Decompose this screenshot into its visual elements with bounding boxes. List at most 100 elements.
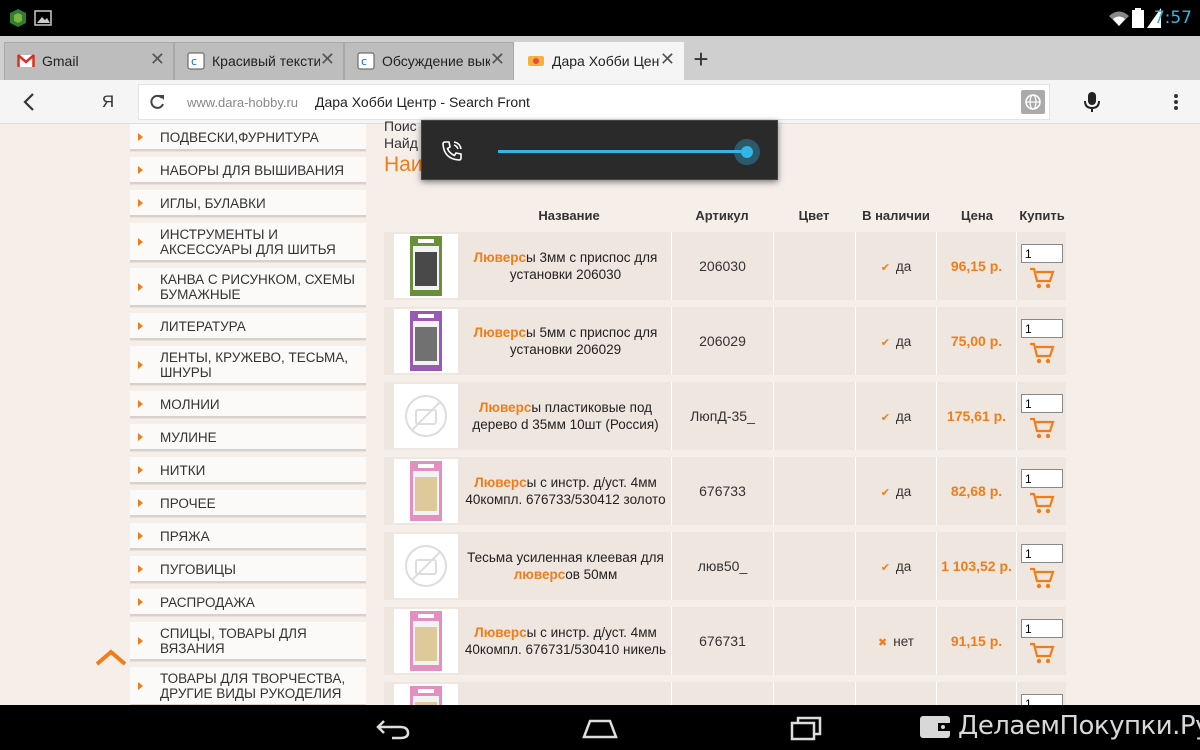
product-thumbnail[interactable]	[394, 459, 458, 523]
volume-slider-track[interactable]	[498, 150, 748, 153]
address-bar[interactable]: www.dara-hobby.ru Дара Хобби Центр - Sea…	[138, 84, 1050, 120]
tab-krasivy[interactable]: c Красивый тексти ✕	[174, 42, 344, 80]
product-sku: люв50_	[697, 558, 748, 574]
sidebar-category-item[interactable]: ПОДВЕСКИ,ФУРНИТУРА	[130, 124, 366, 151]
product-thumbnail[interactable]	[394, 234, 458, 298]
app-notification-icon[interactable]	[8, 8, 28, 28]
sidebar-category-item[interactable]: ЛИТЕРАТУРА	[130, 313, 366, 340]
tab-label: Gmail	[42, 53, 79, 69]
price-cell: 75,00 р.	[937, 307, 1017, 375]
product-name-link[interactable]: Люверсы пластиковые под дерево d 35мм 10…	[460, 399, 671, 433]
add-to-cart-icon[interactable]	[1029, 416, 1055, 440]
add-to-cart-icon[interactable]	[1029, 341, 1055, 365]
quantity-input[interactable]	[1021, 469, 1063, 488]
add-to-cart-icon[interactable]	[1029, 566, 1055, 590]
quantity-input[interactable]	[1021, 619, 1063, 638]
sidebar-category-item[interactable]: ПУГОВИЦЫ	[130, 556, 366, 583]
new-tab-button[interactable]: +	[686, 44, 716, 74]
yandex-button[interactable]: Я	[94, 88, 122, 116]
sidebar-category-item[interactable]: НИТКИ	[130, 457, 366, 484]
scroll-to-top-icon[interactable]	[94, 648, 128, 668]
sidebar-category-item[interactable]: ИНСТРУМЕНТЫ И АКСЕССУАРЫ ДЛЯ ШИТЬЯ	[130, 223, 366, 262]
name-part: ы 3мм с приспос для установки 206030	[509, 250, 658, 282]
product-thumbnail[interactable]	[394, 609, 458, 673]
quantity-input[interactable]	[1021, 544, 1063, 563]
product-sku: 676733	[699, 483, 746, 499]
color-cell	[774, 607, 856, 675]
found-count-line: Найд	[384, 135, 418, 151]
name-part: ы 5мм с приспос для установки 206029	[509, 325, 658, 357]
table-row: Тесьма усиленная клеевая для люверсов 50…	[384, 532, 1066, 600]
quantity-input[interactable]	[1021, 319, 1063, 338]
product-name-cell[interactable]: Люверсы 5мм с приспос для установки 2060…	[460, 307, 672, 375]
product-name-link[interactable]: Люверсы с инстр. д/уст. 4мм 40компл. 676…	[460, 624, 671, 658]
product-name-cell[interactable]: Люверсы с инстр. д/уст. 4мм 40компл. 676…	[460, 607, 672, 675]
tab-strip: Gmail ✕ c Красивый тексти ✕ c Обсуждение…	[0, 36, 1200, 80]
close-icon[interactable]: ✕	[660, 49, 675, 70]
menu-button[interactable]	[1162, 88, 1190, 116]
microphone-icon	[1084, 92, 1100, 112]
sidebar-category-item[interactable]: ПРОЧЕЕ	[130, 490, 366, 517]
chevron-right-icon	[138, 198, 143, 207]
product-thumbnail[interactable]	[394, 534, 458, 598]
sidebar-category-item[interactable]: СПИЦЫ, ТОВАРЫ ДЛЯ ВЯЗАНИЯ	[130, 622, 366, 661]
close-icon[interactable]: ✕	[150, 49, 165, 70]
back-button[interactable]	[16, 88, 44, 116]
tab-label: Красивый тексти	[212, 53, 320, 69]
reload-icon[interactable]	[147, 92, 167, 112]
product-thumbnail[interactable]	[394, 384, 458, 448]
globe-icon[interactable]	[1021, 90, 1045, 114]
product-name-cell[interactable]: Люверсы пластиковые под дерево d 35мм 10…	[460, 382, 672, 450]
product-name-cell[interactable]: Люверсы 3мм с приспос для установки 2060…	[460, 232, 672, 300]
price-cell: 82,68 р.	[937, 457, 1017, 525]
tab-gmail[interactable]: Gmail ✕	[4, 42, 174, 80]
sidebar-category-item[interactable]: ИГЛЫ, БУЛАВКИ	[130, 190, 366, 217]
product-sku: 206030	[699, 258, 746, 274]
sidebar-category-label: ЛИТЕРАТУРА	[160, 319, 246, 334]
sidebar-category-item[interactable]: МУЛИНЕ	[130, 424, 366, 451]
product-name-cell[interactable]: Люверсы с инстр. д/уст. 4мм 40компл. 676…	[460, 457, 672, 525]
add-to-cart-icon[interactable]	[1029, 266, 1055, 290]
price-cell: 1 103,52 р.	[937, 532, 1017, 600]
tab-obsuzhdenie[interactable]: c Обсуждение выку ✕	[344, 42, 514, 80]
product-image	[410, 311, 442, 371]
image-notification-icon[interactable]	[34, 9, 52, 27]
quantity-input[interactable]	[1021, 244, 1063, 263]
tab-dara-hobby[interactable]: Дара Хобби Цент ✕	[514, 42, 684, 80]
chevron-right-icon	[138, 360, 143, 369]
table-row: Люверсы пластиковые под дерево d 35мм 10…	[384, 382, 1066, 450]
product-price: 82,68 р.	[950, 483, 1003, 499]
product-name-cell[interactable]: Тесьма усиленная клеевая для люверсов 50…	[460, 532, 672, 600]
chevron-right-icon	[138, 636, 143, 645]
sidebar-category-item[interactable]: КАНВА С РИСУНКОМ, СХЕМЫ БУМАЖНЫЕ	[130, 268, 366, 307]
product-name-link[interactable]: Тесьма усиленная клеевая для люверсов 50…	[460, 549, 671, 583]
back-nav-icon[interactable]	[374, 715, 414, 741]
color-cell	[774, 307, 856, 375]
add-to-cart-icon[interactable]	[1029, 491, 1055, 515]
sidebar-category-label: МОЛНИИ	[160, 397, 220, 412]
sidebar-category-item[interactable]: НАБОРЫ ДЛЯ ВЫШИВАНИЯ	[130, 157, 366, 184]
sidebar-category-item[interactable]: РАСПРОДАЖА	[130, 589, 366, 616]
product-thumbnail[interactable]	[394, 309, 458, 373]
home-nav-icon[interactable]	[580, 717, 620, 739]
quantity-input[interactable]	[1021, 394, 1063, 413]
price-cell: 175,61 р.	[937, 382, 1017, 450]
chevron-right-icon	[138, 498, 143, 507]
sidebar-category-item[interactable]: ТОВАРЫ ДЛЯ ТВОРЧЕСТВА, ДРУГИЕ ВИДЫ РУКОД…	[130, 667, 366, 706]
volume-slider-thumb[interactable]	[734, 139, 760, 165]
product-name-link[interactable]: Люверсы с инстр. д/уст. 4мм 40компл. 676…	[460, 474, 671, 508]
sidebar-category-item[interactable]: ПРЯЖА	[130, 523, 366, 550]
product-name-link[interactable]: Люверсы 5мм с приспос для установки 2060…	[460, 324, 671, 358]
add-to-cart-icon[interactable]	[1029, 641, 1055, 665]
name-highlight: Люверс	[473, 325, 527, 340]
close-icon[interactable]: ✕	[490, 49, 505, 70]
product-name-link[interactable]: Люверсы 3мм с приспос для установки 2060…	[460, 249, 671, 283]
availability-value: да	[895, 483, 912, 499]
close-icon[interactable]: ✕	[320, 49, 335, 70]
voice-search-button[interactable]	[1078, 88, 1106, 116]
sidebar-category-item[interactable]: ЛЕНТЫ, КРУЖЕВО, ТЕСЬМА, ШНУРЫ	[130, 346, 366, 385]
column-sku: Артикул	[695, 208, 749, 223]
sidebar-category-item[interactable]: МОЛНИИ	[130, 391, 366, 418]
table-header: Название Артикул Цвет В наличии Цена Куп…	[384, 206, 1066, 226]
recent-apps-icon[interactable]	[788, 715, 824, 741]
